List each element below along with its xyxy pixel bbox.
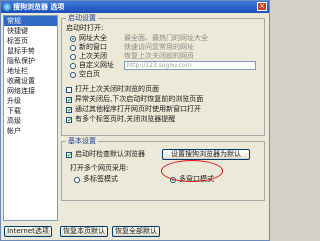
check-default-browser-label: 启动时检查默认浏览器: [75, 150, 145, 158]
radio-blank-page[interactable]: [70, 72, 76, 78]
startup-settings-group: 启动设置 启动时打开: 网址大全 最全面、最热门的网址大全 新的窗口 快速访问您…: [61, 14, 265, 136]
option-blank-page-label: 空白页: [79, 70, 100, 78]
radio-last-closed[interactable]: [70, 54, 76, 60]
restore-page-default-button[interactable]: 恢复本页默认: [60, 226, 108, 237]
title-bar: 搜狗浏览器 选项 ×: [1, 1, 269, 13]
checkbox-open-last-pages[interactable]: [66, 87, 72, 93]
radio-new-window[interactable]: [70, 45, 76, 51]
startup-open-label: 启动时打开:: [66, 24, 104, 32]
checkbox-new-window-external[interactable]: ✔: [66, 107, 72, 114]
sidebar-item-download[interactable]: 下载: [4, 106, 57, 116]
radio-url-directory[interactable]: [70, 36, 76, 42]
sidebar-item-account[interactable]: 帐户: [4, 126, 57, 136]
option-url-directory-hint: 最全面、最热门的网址大全: [124, 34, 208, 42]
check-open-last-pages-label: 打开上次关闭时浏览的页面: [75, 85, 159, 93]
option-custom-url-label: 自定义网址: [79, 61, 114, 69]
sidebar-item-upgrade[interactable]: 升级: [4, 96, 57, 106]
radio-custom-url[interactable]: [70, 63, 76, 69]
sidebar-item-shortcuts[interactable]: 快捷键: [4, 26, 57, 36]
option-new-window-hint: 快速访问您常用的网址: [124, 43, 194, 51]
custom-url-input[interactable]: http://123.sogou.com: [124, 61, 256, 70]
internet-options-button[interactable]: Internet选项: [4, 226, 52, 237]
basic-legend: 基本设置: [66, 137, 98, 146]
option-last-closed-hint: 恢复上次关闭前的网页: [124, 52, 194, 60]
option-new-window-label: 新的窗口: [79, 43, 107, 51]
red-highlight-circle: [161, 160, 223, 182]
radio-multi-tab-mode[interactable]: [74, 177, 80, 183]
option-last-closed-label: 上次关闭: [79, 52, 107, 60]
checkbox-check-default-browser[interactable]: ✔: [66, 152, 72, 159]
checkbox-restore-after-crash[interactable]: ✔: [66, 97, 72, 104]
checkbox-close-warning[interactable]: ✔: [66, 117, 72, 124]
sidebar-item-address-bar[interactable]: 地址栏: [4, 66, 57, 76]
sidebar-item-privacy[interactable]: 隐私保护: [4, 56, 57, 66]
check-close-warning-label: 有多个标签页时,关闭浏览器提醒: [75, 115, 176, 123]
restore-all-default-button[interactable]: 恢复全部默认: [112, 226, 160, 237]
set-default-browser-button[interactable]: 设置搜狗浏览器为默认: [162, 149, 250, 160]
settings-panel: 启动设置 启动时打开: 网址大全 最全面、最热门的网址大全 新的窗口 快速访问您…: [61, 14, 267, 221]
sidebar-item-tabs[interactable]: 标签页: [4, 36, 57, 46]
check-new-window-external-label: 通过其他程序打开网页时使用新窗口打开: [75, 105, 201, 113]
options-dialog: 搜狗浏览器 选项 × 常规 快捷键 标签页 鼠标手势 隐私保护 地址栏 收藏设置…: [0, 0, 270, 241]
sidebar-item-mouse-gestures[interactable]: 鼠标手势: [4, 46, 57, 56]
option-url-directory-label: 网址大全: [79, 34, 107, 42]
multi-tab-mode-label: 多标签模式: [83, 175, 118, 183]
sidebar-item-network[interactable]: 网络连接: [4, 86, 57, 96]
sidebar-item-general[interactable]: 常规: [4, 16, 57, 26]
multi-page-mode-label: 打开多个网页采用:: [70, 164, 129, 172]
options-sidebar: 常规 快捷键 标签页 鼠标手势 隐私保护 地址栏 收藏设置 网络连接 升级 下载…: [3, 15, 58, 221]
close-button[interactable]: ×: [257, 2, 267, 11]
sogou-browser-icon: [3, 3, 11, 11]
sidebar-item-favorites[interactable]: 收藏设置: [4, 76, 57, 86]
startup-legend: 启动设置: [66, 14, 98, 23]
sidebar-item-advanced[interactable]: 高级: [4, 116, 57, 126]
check-restore-after-crash-label: 异常关闭后,下次启动时恢复前的浏览页面: [75, 95, 204, 103]
window-title: 搜狗浏览器 选项: [13, 3, 65, 11]
